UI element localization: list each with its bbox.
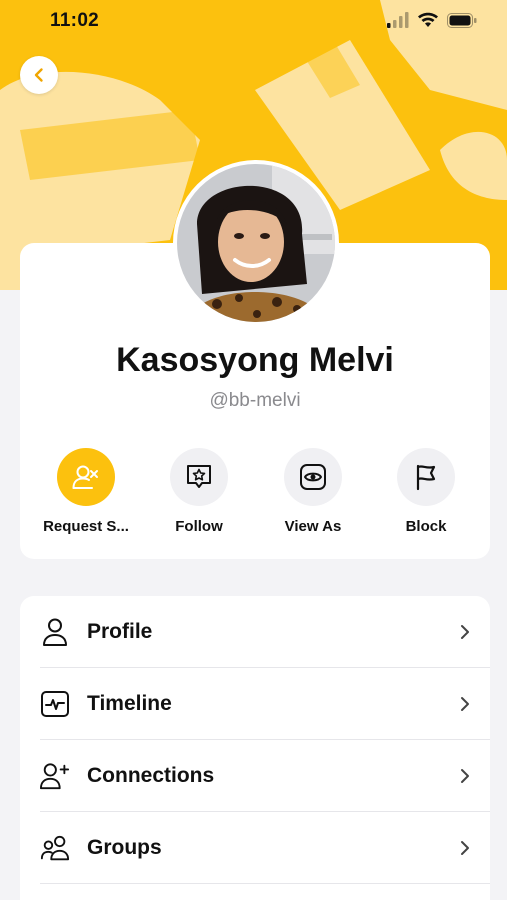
follow-label: Follow bbox=[175, 518, 223, 535]
activity-icon bbox=[41, 691, 69, 717]
menu-item-timeline[interactable]: Timeline bbox=[20, 668, 490, 740]
eye-icon bbox=[300, 464, 326, 490]
menu-label: Profile bbox=[87, 620, 153, 643]
chevron-left-icon bbox=[34, 68, 43, 82]
wifi-icon bbox=[418, 12, 438, 27]
profile-menu: Profile Timeline Connections Groups bbox=[20, 596, 490, 900]
battery-icon bbox=[447, 12, 477, 28]
menu-label: Groups bbox=[87, 836, 162, 859]
follow-button[interactable]: Follow bbox=[139, 448, 259, 535]
status-bar: 11:02 bbox=[0, 0, 507, 44]
user-x-icon bbox=[72, 465, 98, 489]
chevron-right-icon bbox=[461, 697, 469, 711]
menu-item-profile[interactable]: Profile bbox=[20, 596, 490, 668]
username: @bb-melvi bbox=[209, 390, 301, 411]
users-icon bbox=[40, 835, 70, 861]
menu-label: Timeline bbox=[87, 692, 172, 715]
avatar[interactable] bbox=[173, 160, 339, 326]
block-label: Block bbox=[405, 518, 447, 535]
user-icon bbox=[43, 618, 67, 646]
display-name: Kasosyong Melvi bbox=[116, 341, 394, 379]
user-plus-icon bbox=[40, 763, 70, 790]
status-icons bbox=[387, 12, 477, 28]
menu-item-connections[interactable]: Connections bbox=[20, 740, 490, 812]
block-button[interactable]: Block bbox=[366, 448, 486, 535]
view-as-label: View As bbox=[284, 518, 342, 535]
menu-item-groups[interactable]: Groups bbox=[20, 812, 490, 884]
star-message-icon bbox=[187, 465, 211, 488]
chevron-right-icon bbox=[461, 841, 469, 855]
status-time: 11:02 bbox=[50, 10, 100, 31]
view-as-button[interactable]: View As bbox=[253, 448, 373, 535]
divider bbox=[40, 883, 490, 884]
signal-icon bbox=[387, 12, 409, 28]
request-label: Request S... bbox=[43, 518, 129, 535]
chevron-right-icon bbox=[461, 625, 469, 639]
back-button[interactable] bbox=[20, 56, 58, 94]
flag-icon bbox=[416, 464, 436, 491]
avatar-photo bbox=[177, 164, 335, 322]
menu-label: Connections bbox=[87, 764, 215, 787]
request-button[interactable]: Request S... bbox=[26, 448, 146, 535]
chevron-right-icon bbox=[461, 769, 469, 783]
